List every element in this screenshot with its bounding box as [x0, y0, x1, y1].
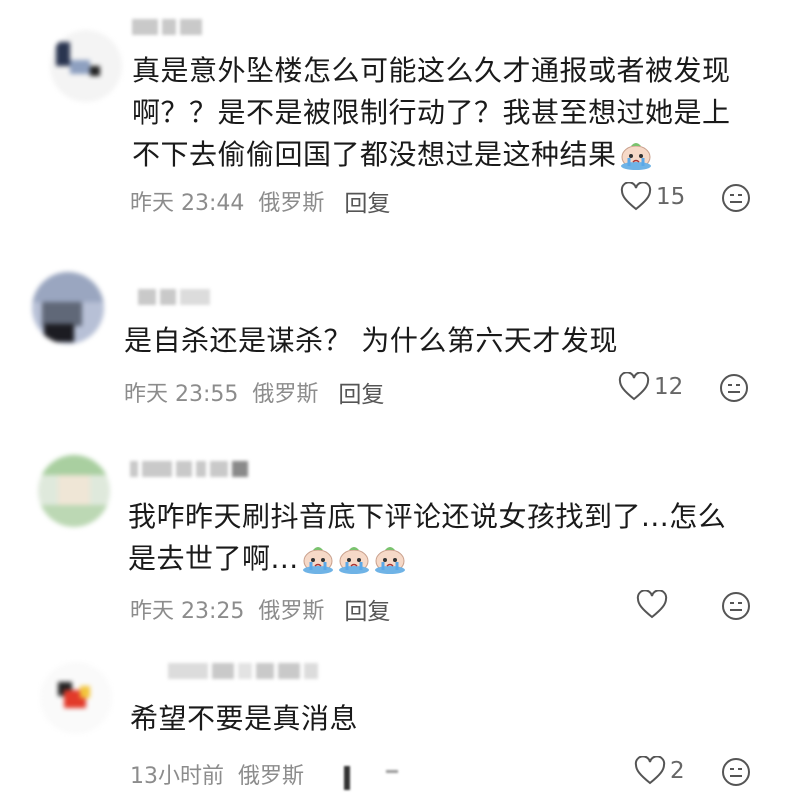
username[interactable] [130, 458, 248, 480]
avatar[interactable] [50, 30, 122, 102]
comment-meta: 昨天 23:25 俄罗斯 回复 [130, 592, 390, 626]
smile-icon[interactable] [720, 590, 752, 622]
like-button[interactable]: 12 [618, 372, 683, 402]
smile-icon[interactable] [720, 182, 752, 214]
reply-button[interactable]: 回复 [344, 184, 390, 218]
comment-line: 啊？？是不是被限制行动了？我甚至想过她是上 [132, 96, 731, 129]
redaction-mark [344, 766, 350, 790]
comment-time: 昨天 23:25 [130, 599, 245, 624]
redaction-mark [386, 770, 398, 773]
avatar[interactable] [32, 272, 104, 344]
crying-emoji-icon [619, 140, 653, 182]
reply-button[interactable]: 回复 [344, 592, 390, 626]
avatar[interactable] [38, 455, 110, 527]
like-button[interactable]: 15 [620, 182, 685, 212]
smile-icon[interactable] [718, 372, 750, 404]
comment-location: 俄罗斯 [258, 191, 325, 216]
comment-line: 不下去偷偷回国了都没想过是这种结果 [132, 138, 617, 171]
comment-line: 我咋昨天刷抖音底下评论还说女孩找到了...怎么 [128, 500, 727, 533]
username[interactable] [138, 286, 210, 308]
crying-emoji-icon [301, 544, 335, 586]
comment-text: 真是意外坠楼怎么可能这么久才通报或者被发现 啊？？是不是被限制行动了？我甚至想过… [132, 50, 731, 182]
smile-icon[interactable] [720, 756, 752, 788]
avatar[interactable] [40, 662, 112, 734]
like-count: 2 [670, 758, 685, 784]
username[interactable] [168, 660, 318, 682]
crying-emoji-icon [337, 544, 371, 586]
comment-time: 13小时前 [130, 764, 224, 789]
like-count: 15 [656, 184, 686, 210]
comment-location: 俄罗斯 [252, 382, 319, 407]
heart-icon [618, 372, 650, 401]
like-count: 12 [654, 374, 684, 400]
comment-location: 俄罗斯 [258, 599, 325, 624]
comment-text: 是自杀还是谋杀？ 为什么第六天才发现 [124, 320, 618, 362]
comment-text: 我咋昨天刷抖音底下评论还说女孩找到了...怎么 是去世了啊... [128, 496, 726, 586]
comment-meta: 13小时前 俄罗斯 [130, 758, 304, 790]
comment-line: 是去世了啊... [128, 542, 299, 575]
comment-time: 昨天 23:44 [130, 191, 245, 216]
username[interactable] [132, 16, 202, 38]
comment-time: 昨天 23:55 [124, 382, 239, 407]
comment-meta: 昨天 23:44 俄罗斯 回复 [130, 184, 390, 218]
comment-text: 希望不要是真消息 [130, 698, 358, 740]
crying-emoji-icon [373, 544, 407, 586]
reply-button[interactable]: 回复 [338, 375, 384, 409]
comment-line: 希望不要是真消息 [130, 702, 359, 735]
comment-line: 真是意外坠楼怎么可能这么久才通报或者被发现 [132, 54, 731, 87]
heart-icon [620, 182, 652, 211]
comment-line: 是自杀还是谋杀？ 为什么第六天才发现 [124, 324, 618, 357]
like-button[interactable]: 2 [634, 756, 685, 786]
comment-meta: 昨天 23:55 俄罗斯 回复 [124, 375, 384, 409]
like-button[interactable] [636, 590, 672, 620]
comment-location: 俄罗斯 [238, 764, 305, 789]
heart-icon [636, 590, 668, 619]
heart-icon [634, 756, 666, 785]
